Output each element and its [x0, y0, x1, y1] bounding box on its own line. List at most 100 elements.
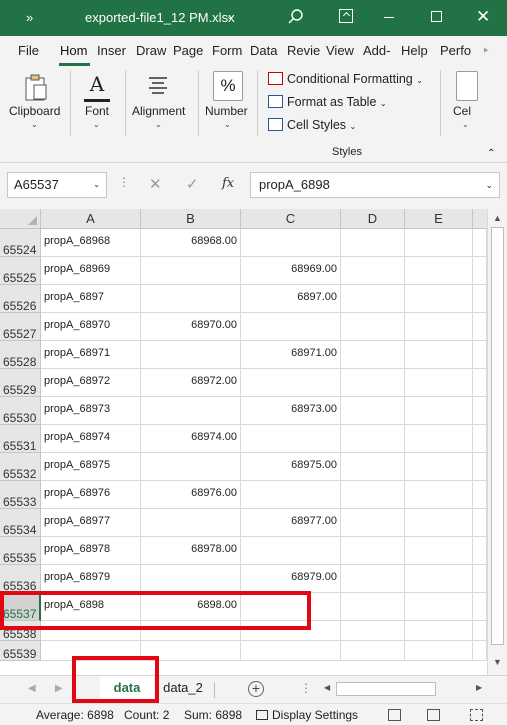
cell-empty[interactable] — [473, 229, 487, 257]
cell-empty[interactable] — [405, 641, 473, 661]
add-sheet-button[interactable]: + — [248, 681, 264, 697]
tab-page-layout[interactable]: Page — [173, 43, 203, 58]
scroll-up-icon[interactable]: ▲ — [493, 213, 502, 223]
cell-empty[interactable] — [473, 509, 487, 537]
tab-home[interactable]: Hom — [60, 43, 87, 58]
page-break-view-icon[interactable] — [470, 709, 483, 721]
cell-a[interactable]: propA_68970 — [41, 313, 141, 341]
row-header[interactable]: 65533 — [0, 481, 41, 509]
cell-empty[interactable] — [473, 313, 487, 341]
cell-empty[interactable] — [341, 565, 405, 593]
display-settings-button[interactable]: Display Settings — [256, 708, 358, 722]
ribbon-display-options-icon[interactable] — [339, 9, 353, 23]
cell-empty[interactable] — [405, 425, 473, 453]
cell-empty[interactable] — [473, 369, 487, 397]
format-as-table-button[interactable]: Format as Table ⌄ — [268, 95, 387, 109]
row-header[interactable]: 65530 — [0, 397, 41, 425]
search-icon[interactable] — [287, 8, 305, 26]
tab-file[interactable]: File — [18, 43, 39, 58]
name-box-dropdown-icon[interactable]: ⌄ — [93, 180, 100, 189]
maximize-icon[interactable] — [431, 11, 442, 22]
cell-empty[interactable] — [341, 509, 405, 537]
cell-a[interactable]: propA_68974 — [41, 425, 141, 453]
cell-empty[interactable] — [473, 425, 487, 453]
cell-empty[interactable] — [473, 621, 487, 641]
cell-a[interactable]: propA_68973 — [41, 397, 141, 425]
cell-empty[interactable] — [473, 537, 487, 565]
cell-empty[interactable] — [473, 257, 487, 285]
cell-a[interactable]: propA_68976 — [41, 481, 141, 509]
cell-c[interactable] — [241, 369, 341, 397]
cell-empty[interactable] — [405, 481, 473, 509]
vertical-scrollbar[interactable]: ▲ ▼ — [487, 209, 507, 675]
cell-empty[interactable] — [405, 369, 473, 397]
close-icon[interactable]: ✕ — [476, 7, 490, 27]
cell-a[interactable]: propA_68979 — [41, 565, 141, 593]
cell-empty[interactable] — [473, 593, 487, 621]
row-header[interactable]: 65529 — [0, 369, 41, 397]
insert-function-icon[interactable]: fx — [222, 176, 234, 191]
cell-c[interactable]: 68977.00 — [241, 509, 341, 537]
cell-c[interactable] — [241, 425, 341, 453]
cell-a[interactable]: propA_68978 — [41, 537, 141, 565]
title-dropdown-icon[interactable]: ⌄ — [226, 11, 234, 22]
cell-c[interactable] — [241, 229, 341, 257]
cell-empty[interactable] — [341, 425, 405, 453]
row-header[interactable]: 65528 — [0, 341, 41, 369]
select-all-button[interactable] — [0, 209, 41, 229]
quick-access-expand-icon[interactable]: » — [26, 10, 33, 25]
cell-empty[interactable] — [341, 481, 405, 509]
cell-a[interactable]: propA_68968 — [41, 229, 141, 257]
cell-a[interactable]: propA_68971 — [41, 341, 141, 369]
cell-empty[interactable] — [405, 537, 473, 565]
cell-empty[interactable] — [405, 509, 473, 537]
cell-c[interactable]: 6897.00 — [241, 285, 341, 313]
tab-view[interactable]: View — [326, 43, 354, 58]
page-layout-view-icon[interactable] — [427, 709, 440, 721]
cell-a[interactable]: propA_68972 — [41, 369, 141, 397]
scroll-down-icon[interactable]: ▼ — [493, 657, 502, 667]
horizontal-scrollbar[interactable]: ◀ ▶ — [322, 682, 487, 696]
row-header[interactable]: 65534 — [0, 509, 41, 537]
row-header[interactable]: 65527 — [0, 313, 41, 341]
cell-empty[interactable] — [473, 341, 487, 369]
cell-b[interactable] — [141, 509, 241, 537]
cell-empty[interactable] — [405, 565, 473, 593]
cell-empty[interactable] — [341, 341, 405, 369]
cell-a[interactable]: propA_68969 — [41, 257, 141, 285]
cell-b[interactable] — [141, 285, 241, 313]
document-title[interactable]: exported-file1_12 PM.xlsx — [85, 10, 235, 25]
column-header-d[interactable]: D — [341, 209, 405, 229]
cell-empty[interactable] — [405, 621, 473, 641]
tab-performance[interactable]: Perfo — [440, 43, 471, 58]
cell-empty[interactable] — [341, 397, 405, 425]
vertical-scroll-thumb[interactable] — [491, 227, 504, 645]
row-header[interactable]: 65536 — [0, 565, 41, 593]
cell-empty[interactable] — [473, 453, 487, 481]
cell-b[interactable] — [141, 257, 241, 285]
cell-c[interactable]: 68975.00 — [241, 453, 341, 481]
sheet-bar-grip-icon[interactable]: ⋮ — [300, 681, 312, 695]
cell-empty[interactable] — [405, 313, 473, 341]
cell-empty[interactable] — [341, 313, 405, 341]
cell-empty[interactable] — [341, 453, 405, 481]
name-box[interactable]: A65537 ⌄ — [7, 172, 107, 198]
cell-a[interactable]: propA_68977 — [41, 509, 141, 537]
cell-empty[interactable] — [473, 641, 487, 661]
cell-b[interactable]: 68972.00 — [141, 369, 241, 397]
cell-empty[interactable] — [341, 229, 405, 257]
scroll-left-icon[interactable]: ◀ — [324, 683, 330, 692]
sheet-tab-data-2[interactable]: data_2 — [156, 676, 210, 702]
cell-c[interactable] — [241, 641, 341, 661]
cell-empty[interactable] — [405, 341, 473, 369]
cell-empty[interactable] — [341, 641, 405, 661]
tab-insert[interactable]: Inser — [97, 43, 126, 58]
formula-input[interactable]: propA_6898 ⌄ — [250, 172, 500, 198]
prev-sheet-icon[interactable]: ◀ — [28, 683, 36, 694]
cell-a[interactable]: propA_68975 — [41, 453, 141, 481]
row-header[interactable]: 65539 — [0, 641, 41, 661]
cell-c[interactable]: 68971.00 — [241, 341, 341, 369]
cell-b[interactable]: 68978.00 — [141, 537, 241, 565]
tab-draw[interactable]: Draw — [136, 43, 166, 58]
cell-empty[interactable] — [473, 285, 487, 313]
